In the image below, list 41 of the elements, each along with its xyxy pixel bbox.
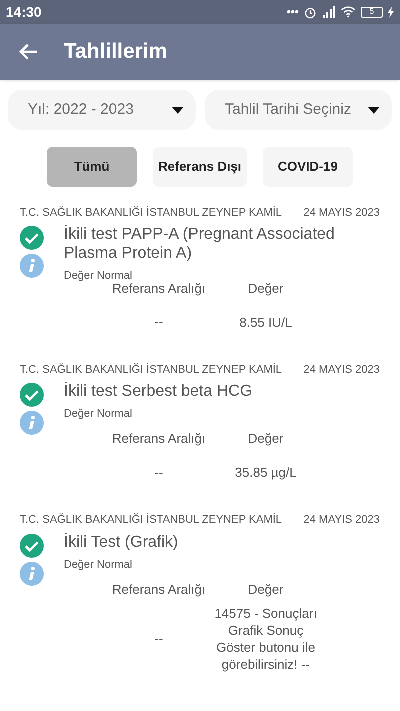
column-header: Referans Aralığı bbox=[112, 430, 206, 448]
institution-name: T.C. SAĞLIK BAKANLIĞI İSTANBUL ZEYNEP KAMİL bbox=[20, 362, 282, 378]
dropdown-caret-icon bbox=[368, 106, 380, 114]
institution-name: T.C. SAĞLIK BAKANLIĞI İSTANBUL ZEYNEP KAMİL bbox=[20, 512, 282, 528]
table-cell-text: 35.85 µg/L bbox=[234, 464, 298, 482]
dropdown[interactable]: Yıl: 2022 - 2023 bbox=[8, 90, 196, 130]
column-header: Değer bbox=[248, 580, 284, 599]
info-icon[interactable] bbox=[20, 411, 44, 435]
column-header: Değer bbox=[248, 430, 284, 448]
battery-icon: 5 bbox=[361, 6, 383, 18]
filter-tab[interactable]: Referans Dışı bbox=[153, 147, 247, 187]
column-header: Değer bbox=[248, 280, 284, 298]
table-cell-text: -- bbox=[154, 313, 164, 332]
alarm-icon bbox=[304, 6, 317, 18]
result-date: 24 MAYIS 2023 bbox=[304, 362, 380, 378]
info-icon[interactable] bbox=[20, 254, 44, 278]
dropdown-caret-icon bbox=[172, 106, 184, 114]
dropdown[interactable]: Tahlil Tarihi Seçiniz bbox=[205, 90, 392, 130]
table-cell-text: -- bbox=[154, 630, 164, 648]
test-name: İkili test Serbest beta HCG bbox=[64, 382, 254, 401]
page-title: Tahlillerim bbox=[64, 39, 168, 66]
table-cell-text: -- bbox=[154, 464, 164, 482]
signal-icon bbox=[322, 6, 336, 18]
status-text: Değer Normal bbox=[64, 407, 134, 422]
status-time: 14:30 bbox=[6, 2, 42, 22]
filter-tab[interactable]: COVID-19 bbox=[263, 147, 353, 187]
wifi-icon bbox=[341, 6, 356, 18]
test-name: İkili test PAPP-A (Pregnant Associated Plasma Protein A) bbox=[64, 225, 336, 263]
institution-name: T.C. SAĞLIK BAKANLIĞI İSTANBUL ZEYNEP KAMİL bbox=[20, 206, 282, 221]
result-date: 24 MAYIS 2023 bbox=[304, 513, 380, 528]
test-name: İkili Test (Grafik) bbox=[64, 532, 180, 552]
info-icon[interactable] bbox=[20, 562, 44, 586]
table-cell-text: 8.55 IU/L bbox=[238, 314, 294, 332]
filter-tab[interactable]: Tümü bbox=[47, 147, 137, 187]
more-icon bbox=[287, 10, 299, 14]
table-cell: 14575 - Sonuçları Grafik Sonuç Göster butonu ile görebilirsiniz! -- bbox=[214, 605, 318, 673]
charging-icon bbox=[388, 6, 394, 18]
status-text: Değer Normal bbox=[64, 558, 134, 572]
column-header: Referans Aralığı bbox=[112, 580, 206, 599]
back-arrow-icon[interactable] bbox=[18, 43, 38, 61]
result-date: 24 MAYIS 2023 bbox=[304, 206, 380, 221]
